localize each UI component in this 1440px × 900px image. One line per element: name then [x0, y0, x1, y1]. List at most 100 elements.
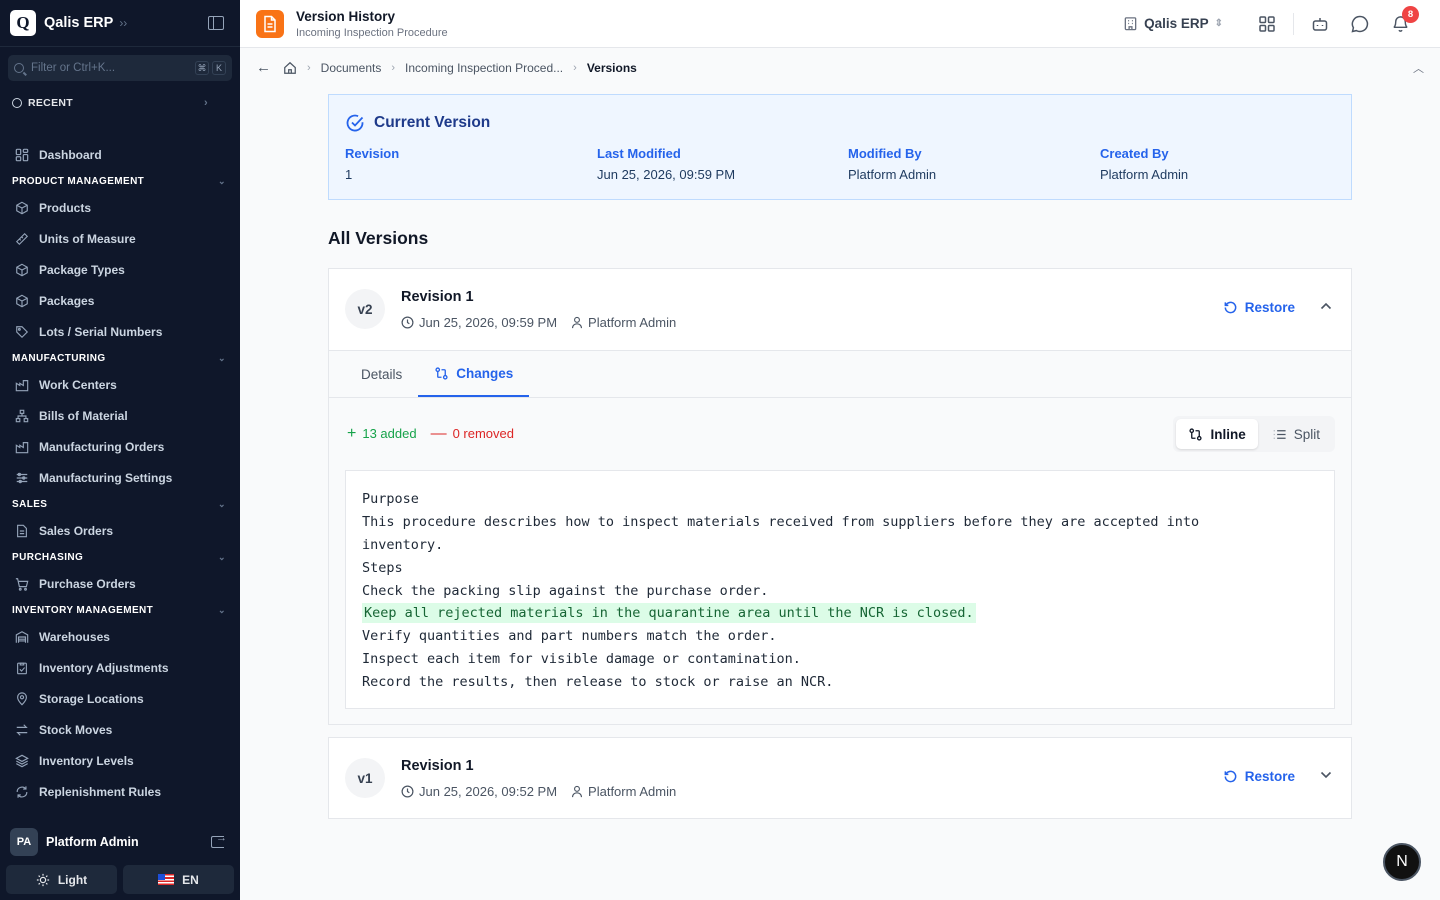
chevron-up-icon[interactable]: ︿: [1413, 60, 1424, 76]
apps-grid-icon[interactable]: [1247, 8, 1287, 40]
field-label: Revision: [345, 146, 400, 161]
sidebar-section-header[interactable]: INVENTORY MANAGEMENT ⌄: [0, 599, 240, 621]
clipboard-check-icon: [15, 661, 29, 675]
cmd-key: ⌘: [195, 61, 209, 75]
sidebar-item-work-centers[interactable]: Work Centers: [0, 369, 240, 400]
language-label: EN: [182, 872, 199, 887]
split-label: Split: [1293, 426, 1320, 442]
chevrons-right-icon[interactable]: ››: [119, 16, 127, 30]
sidebar-nav: Dashboard PRODUCT MANAGEMENT ⌄ Products Uni…: [0, 139, 240, 807]
version-header[interactable]: v1 Revision 1 Jun 25, 2026, 09:52 PM Pla…: [329, 738, 1351, 819]
chevron-down-icon: ⌄: [218, 352, 226, 363]
sidebar-item-packages[interactable]: Packages: [0, 285, 240, 316]
home-icon[interactable]: [283, 61, 297, 75]
sidebar-item-manufacturing-orders[interactable]: Manufacturing Orders: [0, 431, 240, 462]
chat-icon[interactable]: [1340, 8, 1380, 40]
diff-line-text: Verify quantities and part numbers match…: [362, 628, 777, 645]
user-name: Platform Admin: [46, 835, 139, 849]
inline-view-button[interactable]: Inline: [1176, 419, 1258, 449]
chevron-down-icon: ⌄: [218, 604, 226, 615]
version-date: Jun 25, 2026, 09:59 PM: [401, 315, 557, 330]
sidebar-item-label: Bills of Material: [39, 408, 128, 423]
sidebar-item-label: Work Centers: [39, 377, 117, 392]
sidebar-item-label: Purchase Orders: [39, 576, 136, 591]
tab-details[interactable]: Details: [345, 351, 418, 397]
sidebar-item-storage-locations[interactable]: Storage Locations: [0, 683, 240, 714]
check-circle-icon: [346, 114, 364, 132]
factory-icon: [15, 378, 29, 392]
user-profile[interactable]: PA Platform Admin: [0, 826, 240, 858]
sidebar-item-purchase-orders[interactable]: Purchase Orders: [0, 568, 240, 599]
sliders-icon: [15, 471, 29, 485]
view-mode-toggle: Inline Split: [1173, 416, 1335, 452]
clock-icon: [401, 316, 414, 329]
theme-button[interactable]: Light: [6, 865, 117, 894]
search-input[interactable]: Filter or Ctrl+K... ⌘ K: [8, 55, 232, 81]
sidebar-item-sales-orders[interactable]: Sales Orders: [0, 515, 240, 546]
version-tabs: Details Changes: [329, 350, 1351, 398]
factory-icon: [15, 440, 29, 454]
company-switcher[interactable]: Qalis ERP ⇕: [1123, 16, 1223, 31]
sidebar-item-inventory-adjustments[interactable]: Inventory Adjustments: [0, 652, 240, 683]
restore-button[interactable]: Restore: [1223, 769, 1295, 784]
sidebar-item-bills-of-material[interactable]: Bills of Material: [0, 400, 240, 431]
split-view-button[interactable]: Split: [1260, 419, 1332, 449]
brand-name[interactable]: Qalis ERP: [44, 15, 113, 31]
sidebar-section-header[interactable]: MANUFACTURING ⌄: [0, 347, 240, 369]
chevron-down-icon: ⌄: [218, 551, 226, 562]
search-icon: [14, 63, 24, 73]
version-title: Revision 1: [401, 758, 474, 774]
current-version-heading: Current Version: [345, 113, 490, 133]
sidebar-item-stock-moves[interactable]: Stock Moves: [0, 714, 240, 745]
chevron-down-icon[interactable]: [1319, 768, 1333, 782]
sidebar-section-header[interactable]: PURCHASING ⌄: [0, 546, 240, 568]
page-subtitle: Incoming Inspection Procedure: [296, 26, 448, 39]
language-button[interactable]: EN: [123, 865, 234, 894]
sidebar-item-replenishment-rules[interactable]: Replenishment Rules: [0, 776, 240, 807]
sidebar-section-header[interactable]: PRODUCT MANAGEMENT ⌄: [0, 170, 240, 192]
brand-bar: Q Qalis ERP ››: [0, 0, 240, 47]
field-last-modified: Last Modified Jun 25, 2026, 09:59 PM: [597, 146, 735, 182]
sidebar-item-inventory-levels[interactable]: Inventory Levels: [0, 745, 240, 776]
current-version-title: Current Version: [374, 114, 491, 131]
sidebar-section-header[interactable]: SALES ⌄: [0, 493, 240, 515]
sidebar-item-label: Replenishment Rules: [39, 784, 162, 799]
all-versions-heading: All Versions: [328, 228, 429, 248]
breadcrumb-separator: ›: [307, 61, 311, 74]
sidebar-item-units-of-measure[interactable]: Units of Measure: [0, 223, 240, 254]
version-header[interactable]: v2 Revision 1 Jun 25, 2026, 09:59 PM Pla…: [329, 269, 1351, 350]
avatar: PA: [10, 828, 38, 856]
date-text: Jun 25, 2026, 09:59 PM: [419, 315, 558, 330]
bot-icon[interactable]: [1300, 8, 1340, 40]
layers-icon: [15, 754, 29, 768]
diff-line: This procedure describes how to inspect …: [362, 511, 1318, 534]
notification-badge: 8: [1402, 5, 1419, 23]
sidebar-toggle-icon[interactable]: [208, 16, 224, 30]
tab-changes[interactable]: Changes: [418, 351, 530, 397]
diff-line: Verify quantities and part numbers match…: [362, 625, 1318, 648]
sidebar-item-dashboard[interactable]: Dashboard: [0, 139, 240, 170]
top-bar-actions: Qalis ERP ⇕ 8: [1123, 5, 1420, 40]
date-text: Jun 25, 2026, 09:52 PM: [419, 784, 558, 799]
floating-action-button[interactable]: N: [1383, 843, 1421, 881]
breadcrumb-document[interactable]: Incoming Inspection Proced...: [405, 61, 563, 75]
back-arrow-icon[interactable]: ←: [256, 59, 271, 76]
logout-icon[interactable]: [211, 832, 227, 848]
diff-line: Check the packing slip against the purch…: [362, 580, 1318, 603]
sidebar-item-warehouses[interactable]: Warehouses: [0, 621, 240, 652]
sidebar-item-label: Stock Moves: [39, 722, 113, 737]
recent-toggle[interactable]: RECENT ›: [0, 95, 240, 111]
breadcrumb-current: Versions: [586, 60, 637, 75]
restore-button[interactable]: Restore: [1223, 300, 1295, 315]
rotate-ccw-icon: [1224, 301, 1237, 314]
chevron-up-icon[interactable]: [1319, 299, 1333, 313]
notifications-button[interactable]: 8: [1380, 5, 1420, 40]
sidebar-item-package-types[interactable]: Package Types: [0, 254, 240, 285]
sidebar-item-manufacturing-settings[interactable]: Manufacturing Settings: [0, 462, 240, 493]
sidebar-item-products[interactable]: Products: [0, 192, 240, 223]
app-logo[interactable]: Q: [10, 10, 36, 36]
sidebar-item-lots-serial-numbers[interactable]: Lots / Serial Numbers: [0, 316, 240, 347]
page-title: Version History: [296, 8, 396, 24]
breadcrumb-documents[interactable]: Documents: [321, 61, 382, 75]
building-icon: [1124, 17, 1137, 31]
